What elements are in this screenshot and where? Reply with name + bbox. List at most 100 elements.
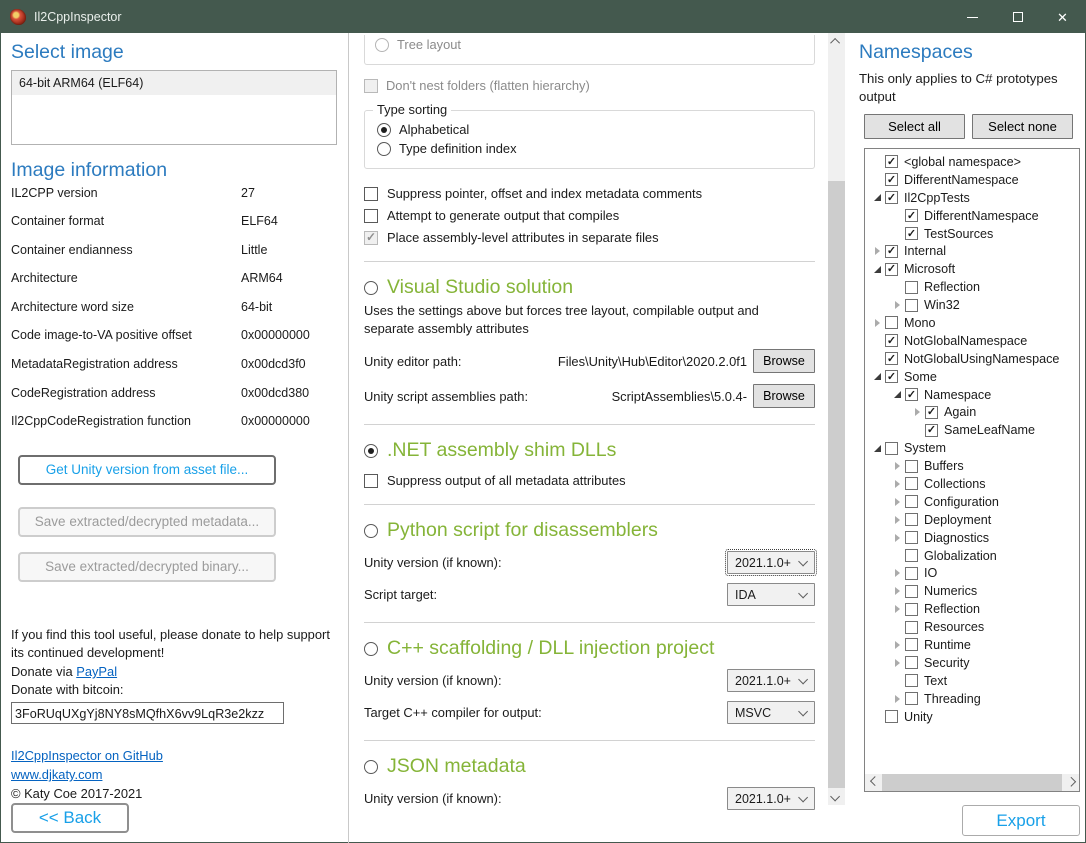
tree-item-internal[interactable]: Internal bbox=[865, 242, 1079, 260]
tree-checkbox[interactable] bbox=[885, 263, 898, 276]
tree-expander-icon[interactable] bbox=[870, 194, 885, 201]
website-link[interactable]: www.djkaty.com bbox=[11, 767, 102, 782]
tree-checkbox[interactable] bbox=[905, 281, 918, 294]
tree-expander-icon[interactable] bbox=[890, 641, 905, 649]
tree-item-configuration[interactable]: Configuration bbox=[865, 493, 1079, 511]
browse-editor-path-button[interactable]: Browse bbox=[753, 349, 815, 373]
tree-expander-icon[interactable] bbox=[890, 659, 905, 667]
tree-item-notglobalusingnamespace[interactable]: NotGlobalUsingNamespace bbox=[865, 350, 1079, 368]
tree-checkbox[interactable] bbox=[885, 334, 898, 347]
bitcoin-address-field[interactable]: 3FoRUqUXgYj8NY8sMQfhX6vv9LqR3e2kzz bbox=[11, 702, 284, 724]
minimize-button[interactable] bbox=[950, 1, 995, 33]
tree-checkbox[interactable] bbox=[905, 656, 918, 669]
script-assemblies-path-field[interactable]: -5.0.4\ScriptAssemblies bbox=[542, 389, 753, 404]
tree-checkbox[interactable] bbox=[905, 585, 918, 598]
tree-item-differentnamespace[interactable]: DifferentNamespace bbox=[865, 171, 1079, 189]
select-none-button[interactable]: Select none bbox=[972, 114, 1073, 139]
tree-item-mono[interactable]: Mono bbox=[865, 314, 1079, 332]
export-button[interactable]: Export bbox=[962, 805, 1080, 836]
tree-checkbox[interactable] bbox=[885, 173, 898, 186]
tree-checkbox[interactable] bbox=[885, 245, 898, 258]
tree-checkbox[interactable] bbox=[885, 155, 898, 168]
tree-checkbox[interactable] bbox=[885, 316, 898, 329]
tree-checkbox[interactable] bbox=[905, 692, 918, 705]
tree-checkbox[interactable] bbox=[905, 603, 918, 616]
json-unity-version-dropdown[interactable]: 2021.1.0+ bbox=[727, 787, 815, 810]
python-unity-version-dropdown[interactable]: 2021.1.0+ bbox=[727, 551, 815, 574]
tree-checkbox[interactable] bbox=[885, 191, 898, 204]
suppress-comments-checkbox[interactable] bbox=[364, 187, 378, 201]
tree-expander-icon[interactable] bbox=[890, 695, 905, 703]
tree-item-resources[interactable]: Resources bbox=[865, 618, 1079, 636]
sort-type-index-option[interactable]: Type definition index bbox=[377, 141, 804, 156]
suppress-attributes-option[interactable]: Suppress output of all metadata attribut… bbox=[364, 473, 815, 488]
tree-expander-icon[interactable] bbox=[890, 462, 905, 470]
tree-checkbox[interactable] bbox=[905, 638, 918, 651]
suppress-comments-option[interactable]: Suppress pointer, offset and index metad… bbox=[364, 186, 815, 201]
tree-expander-icon[interactable] bbox=[890, 569, 905, 577]
tree-item-io[interactable]: IO bbox=[865, 564, 1079, 582]
cpp-unity-version-dropdown[interactable]: 2021.1.0+ bbox=[727, 669, 815, 692]
image-listbox[interactable]: 64-bit ARM64 (ELF64) bbox=[11, 70, 337, 145]
tree-item-namespace[interactable]: Namespace bbox=[865, 386, 1079, 404]
github-link[interactable]: Il2CppInspector on GitHub bbox=[11, 748, 163, 763]
cpp-compiler-dropdown[interactable]: MSVC bbox=[727, 701, 815, 724]
tree-expander-icon[interactable] bbox=[870, 373, 885, 380]
tree-checkbox[interactable] bbox=[905, 674, 918, 687]
tree-item-security[interactable]: Security bbox=[865, 654, 1079, 672]
tree-checkbox[interactable] bbox=[905, 299, 918, 312]
tree-checkbox[interactable] bbox=[905, 227, 918, 240]
scrollbar-thumb[interactable] bbox=[882, 774, 1062, 791]
vs-solution-section-header[interactable]: Visual Studio solution bbox=[364, 276, 815, 299]
tree-checkbox[interactable] bbox=[905, 477, 918, 490]
cpp-radio[interactable] bbox=[364, 642, 378, 656]
tree-checkbox[interactable] bbox=[885, 352, 898, 365]
tree-item-il2cpptests[interactable]: Il2CppTests bbox=[865, 189, 1079, 207]
dotnet-radio[interactable] bbox=[364, 444, 378, 458]
scroll-left-button[interactable] bbox=[865, 774, 882, 791]
scroll-down-button[interactable] bbox=[828, 788, 845, 805]
attempt-compiles-option[interactable]: Attempt to generate output that compiles bbox=[364, 208, 815, 223]
paypal-link[interactable]: PayPal bbox=[76, 664, 117, 679]
tree-expander-icon[interactable] bbox=[870, 445, 885, 452]
tree-checkbox[interactable] bbox=[905, 460, 918, 473]
close-button[interactable]: ✕ bbox=[1040, 1, 1085, 33]
sort-type-index-radio[interactable] bbox=[377, 142, 391, 156]
tree-checkbox[interactable] bbox=[905, 549, 918, 562]
tree-expander-icon[interactable] bbox=[870, 266, 885, 273]
tree-item-numerics[interactable]: Numerics bbox=[865, 582, 1079, 600]
attempt-compiles-checkbox[interactable] bbox=[364, 209, 378, 223]
tree-item-win32[interactable]: Win32 bbox=[865, 296, 1079, 314]
back-button[interactable]: << Back bbox=[11, 803, 129, 833]
suppress-attributes-checkbox[interactable] bbox=[364, 474, 378, 488]
tree-item-some[interactable]: Some bbox=[865, 368, 1079, 386]
tree-checkbox[interactable] bbox=[905, 531, 918, 544]
unity-editor-path-field[interactable]: Files\Unity\Hub\Editor\2020.2.0f1 bbox=[542, 354, 753, 369]
tree-checkbox[interactable] bbox=[925, 424, 938, 437]
sort-alphabetical-radio[interactable] bbox=[377, 123, 391, 137]
python-radio[interactable] bbox=[364, 524, 378, 538]
tree-expander-icon[interactable] bbox=[910, 408, 925, 416]
center-vertical-scrollbar[interactable] bbox=[828, 33, 845, 805]
tree-item-testsources[interactable]: TestSources bbox=[865, 225, 1079, 243]
tree-item-deployment[interactable]: Deployment bbox=[865, 511, 1079, 529]
scroll-up-button[interactable] bbox=[828, 33, 845, 50]
tree-checkbox[interactable] bbox=[925, 406, 938, 419]
image-list-item-selected[interactable]: 64-bit ARM64 (ELF64) bbox=[12, 71, 336, 95]
browse-script-assemblies-button[interactable]: Browse bbox=[753, 384, 815, 408]
cpp-section-header[interactable]: C++ scaffolding / DLL injection project bbox=[364, 637, 815, 660]
tree-item-buffers[interactable]: Buffers bbox=[865, 457, 1079, 475]
tree-expander-icon[interactable] bbox=[890, 498, 905, 506]
tree-expander-icon[interactable] bbox=[870, 247, 885, 255]
tree-checkbox[interactable] bbox=[905, 513, 918, 526]
dotnet-section-header[interactable]: .NET assembly shim DLLs bbox=[364, 439, 815, 462]
tree-item--global-namespace-[interactable]: <global namespace> bbox=[865, 153, 1079, 171]
tree-expander-icon[interactable] bbox=[870, 319, 885, 327]
tree-expander-icon[interactable] bbox=[890, 301, 905, 309]
maximize-button[interactable] bbox=[995, 1, 1040, 33]
tree-checkbox[interactable] bbox=[905, 209, 918, 222]
tree-item-diagnostics[interactable]: Diagnostics bbox=[865, 529, 1079, 547]
scrollbar-thumb[interactable] bbox=[828, 181, 845, 788]
scroll-right-button[interactable] bbox=[1062, 774, 1079, 791]
tree-expander-icon[interactable] bbox=[890, 587, 905, 595]
